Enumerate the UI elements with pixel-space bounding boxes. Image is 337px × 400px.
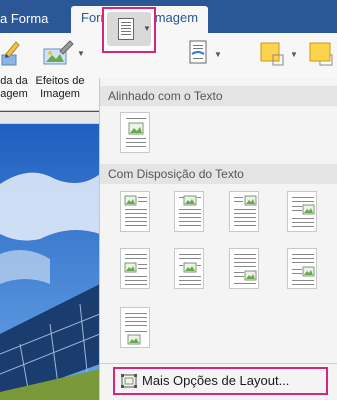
option-bottom-right-alt[interactable] xyxy=(287,248,317,289)
section-with-text-wrapping: Com Disposição do Texto xyxy=(100,164,337,184)
section-inline-with-text: Alinhado com o Texto xyxy=(100,86,337,106)
artistic-effects-label-line2: agem xyxy=(0,88,28,100)
document-area xyxy=(0,112,100,400)
bottom-right-layout-icon xyxy=(292,254,315,285)
top-right-layout-icon xyxy=(234,195,257,226)
picture-effects-label[interactable]: Efeitos de Imagem xyxy=(33,75,87,101)
middle-left-layout-icon xyxy=(124,254,147,285)
bottom-layout-icon xyxy=(234,254,257,284)
tab-formato-da-forma[interactable]: a Forma xyxy=(0,11,48,26)
wrap-text-dropdown-arrow[interactable]: ▼ xyxy=(214,50,222,59)
send-backward-icon[interactable] xyxy=(304,41,337,67)
wrap-text-icon[interactable] xyxy=(188,39,212,67)
artistic-effects-pencil-icon[interactable] xyxy=(0,39,22,67)
picture-effects-label-line2: Imagem xyxy=(40,88,80,100)
layout-options-icon xyxy=(121,374,137,388)
top-left-layout-icon xyxy=(124,195,147,226)
position-button-pressed-bg: ▼ xyxy=(107,12,151,46)
option-inline-with-text[interactable] xyxy=(120,112,150,153)
ruler xyxy=(0,112,100,124)
artistic-effects-label[interactable]: da da agem xyxy=(0,75,34,101)
more-layout-options-label: Mais Opções de Layout... xyxy=(142,373,290,388)
bottom-left-layout-icon xyxy=(125,313,147,345)
option-middle-left-row1[interactable] xyxy=(287,191,317,232)
position-icon xyxy=(118,18,134,40)
position-dropdown-panel: Alinhado com o Texto Com Disposição do T… xyxy=(99,78,337,400)
solar-panel-photo[interactable] xyxy=(0,124,100,400)
option-bottom-left[interactable] xyxy=(120,307,150,348)
position-button[interactable]: ▼ xyxy=(102,7,156,53)
option-middle-left[interactable] xyxy=(120,248,150,289)
option-top-center[interactable] xyxy=(174,191,204,232)
position-dropdown-arrow: ▼ xyxy=(143,24,151,33)
option-bottom-right[interactable] xyxy=(229,248,259,289)
middle-center-layout-icon xyxy=(179,254,201,285)
picture-effects-icon[interactable] xyxy=(42,39,76,67)
picture-effects-dropdown-arrow[interactable]: ▼ xyxy=(77,49,85,58)
artistic-effects-label-line1: da da xyxy=(0,75,28,87)
top-center-layout-icon xyxy=(179,195,201,226)
option-top-right[interactable] xyxy=(229,191,259,232)
ribbon-tab-bar: a Forma Formato da Imagem xyxy=(0,0,337,33)
option-top-left[interactable] xyxy=(120,191,150,232)
menu-separator xyxy=(100,363,337,364)
middle-right-layout-icon xyxy=(292,197,315,227)
bring-forward-icon[interactable] xyxy=(259,41,287,67)
inline-layout-icon xyxy=(126,118,146,147)
bring-forward-dropdown-arrow[interactable]: ▼ xyxy=(290,50,298,59)
option-middle-center[interactable] xyxy=(174,248,204,289)
picture-effects-label-line1: Efeitos de xyxy=(35,75,85,87)
more-layout-options-button[interactable]: Mais Opções de Layout... xyxy=(113,367,328,395)
